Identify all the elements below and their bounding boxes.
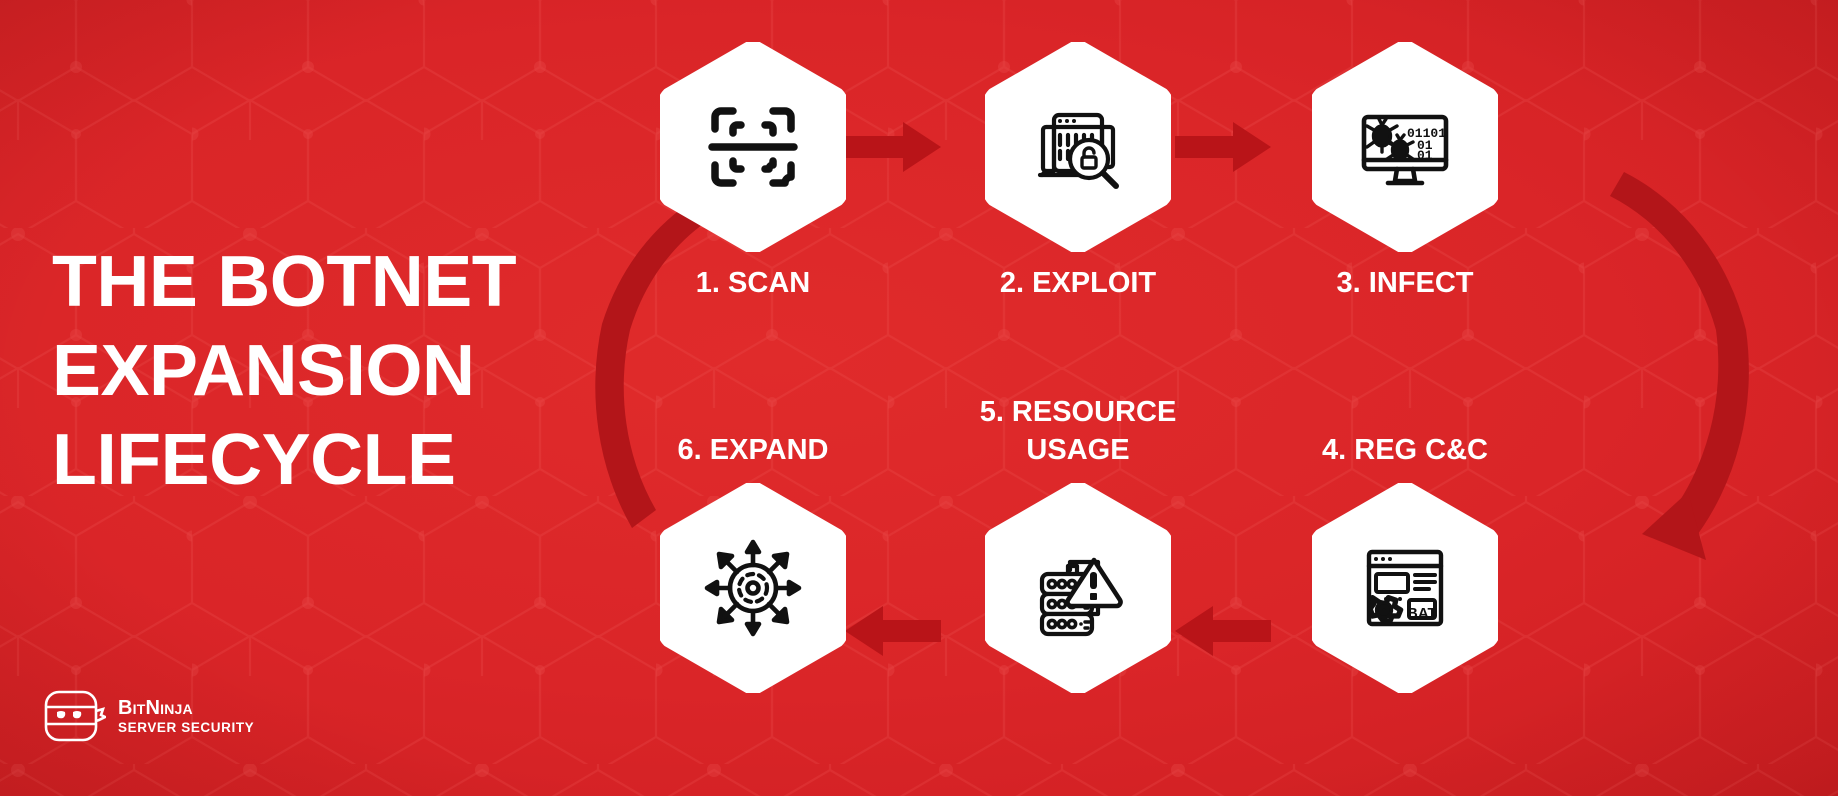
infographic-canvas: THE BOTNET EXPANSION LIFECYCLE BitNinja … — [0, 0, 1838, 796]
step-node-scan[interactable]: 1. SCAN — [660, 42, 846, 299]
code-lock-search-icon — [1037, 112, 1119, 189]
step-label-infect: 3. INFECT — [1336, 267, 1474, 299]
step-node-exploit[interactable]: 2. EXPLOIT — [985, 42, 1171, 299]
svg-text:BAT: BAT — [1407, 605, 1437, 622]
logo-tagline: SERVER SECURITY — [118, 719, 255, 735]
arrow-resource-to-expand — [845, 606, 941, 656]
step-label-scan: 1. SCAN — [695, 267, 811, 299]
scan-frame-icon — [708, 107, 798, 187]
logo-wordmark: BitNinja SERVER SECURITY — [118, 698, 254, 735]
ninja-head-icon — [44, 690, 106, 742]
step-label-expand: 6. EXPAND — [677, 434, 829, 466]
bitninja-logo: BitNinja SERVER SECURITY — [44, 690, 254, 742]
svg-text:01: 01 — [1417, 148, 1433, 163]
page-title: THE BOTNET EXPANSION LIFECYCLE — [52, 238, 572, 505]
step-label-resource-usage: 5. RESOURCE USAGE — [979, 396, 1177, 466]
title-line-2: EXPANSION — [52, 331, 475, 411]
arrow-scan-to-exploit — [845, 122, 941, 172]
server-warning-icon — [1039, 557, 1123, 637]
arrow-exploit-to-infect — [1175, 122, 1271, 172]
title-line-3: LIFECYCLE — [52, 420, 456, 500]
step-node-expand[interactable]: 6. EXPAND — [660, 434, 846, 693]
browser-gear-bat-icon: BAT — [1366, 549, 1444, 627]
logo-name: BitNinja — [118, 696, 193, 719]
spread-virus-icon — [704, 539, 802, 637]
botnet-lifecycle-diagram: 1. SCAN 2. EXPLOIT 01101 01 01 3. INFECT… — [560, 0, 1838, 796]
title-line-1: THE BOTNET — [52, 242, 517, 322]
arc-infect-to-regcc — [1610, 172, 1749, 560]
step-node-reg-cc[interactable]: BAT 4. REG C&C — [1312, 434, 1498, 693]
step-node-infect[interactable]: 01101 01 01 3. INFECT — [1312, 42, 1498, 299]
step-label-reg-cc: 4. REG C&C — [1322, 434, 1488, 466]
step-node-resource-usage[interactable]: 5. RESOURCE USAGE — [980, 396, 1176, 693]
arrow-regcc-to-resource — [1175, 606, 1271, 656]
step-label-exploit: 2. EXPLOIT — [999, 267, 1157, 299]
infected-monitor-icon: 01101 01 01 — [1361, 114, 1449, 186]
